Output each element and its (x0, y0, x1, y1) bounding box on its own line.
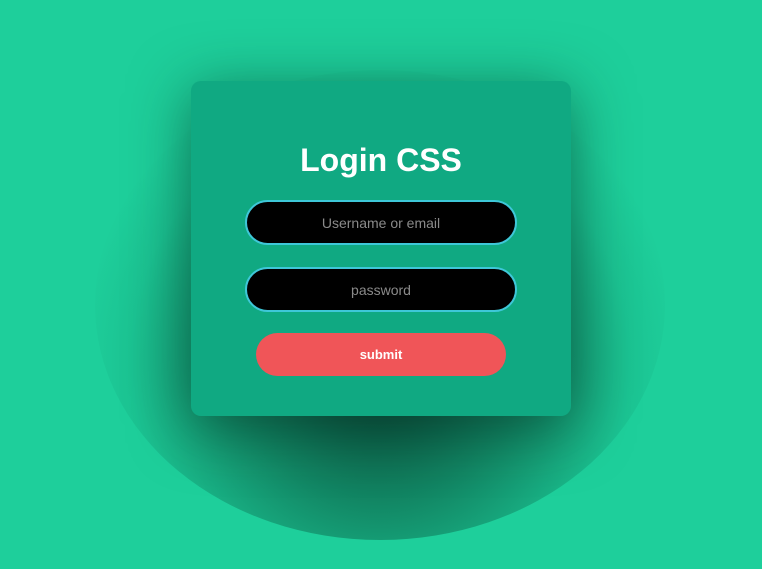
login-card: Login CSS submit (191, 81, 571, 416)
username-input[interactable] (245, 200, 517, 245)
page-background: { "login_form": { "title": "Login CSS", … (0, 0, 762, 569)
password-input[interactable] (245, 267, 517, 312)
login-title: Login CSS (300, 142, 462, 178)
submit-button[interactable]: submit (256, 333, 506, 376)
